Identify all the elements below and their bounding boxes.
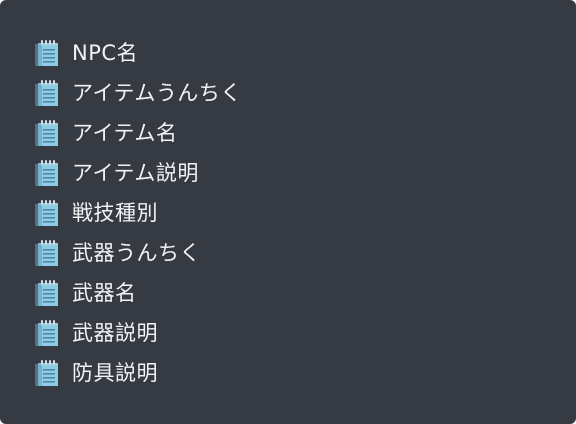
list-item-armor-description[interactable]: 防具説明 (33, 353, 242, 393)
notepad-icon (33, 278, 63, 308)
notepad-icon (33, 318, 63, 348)
list-item-label: NPC名 (72, 41, 139, 65)
notepad-icon (33, 358, 63, 388)
list-item-label: アイテム説明 (72, 161, 199, 185)
list-item-label: 武器名 (72, 281, 137, 305)
list-item-label: アイテム名 (72, 121, 178, 145)
note-list: NPC名 アイテムうんちく アイテム名 アイテム説明 戦技種別 武器うんちく 武… (33, 33, 242, 393)
list-item-item-name[interactable]: アイテム名 (33, 113, 242, 153)
list-item-label: 武器うんちく (72, 241, 201, 265)
notepad-icon (33, 158, 63, 188)
list-item-skill-type[interactable]: 戦技種別 (33, 193, 242, 233)
list-item-label: 防具説明 (72, 361, 158, 385)
notepad-icon (33, 38, 63, 68)
list-item-label: 戦技種別 (72, 201, 158, 225)
notepad-icon (33, 78, 63, 108)
list-item-label: 武器説明 (72, 321, 158, 345)
list-item-npc-name[interactable]: NPC名 (33, 33, 242, 73)
list-item-weapon-name[interactable]: 武器名 (33, 273, 242, 313)
list-item-item-lore[interactable]: アイテムうんちく (33, 73, 242, 113)
notepad-icon (33, 198, 63, 228)
list-item-weapon-description[interactable]: 武器説明 (33, 313, 242, 353)
list-item-label: アイテムうんちく (72, 81, 242, 105)
list-item-item-description[interactable]: アイテム説明 (33, 153, 242, 193)
note-list-panel: NPC名 アイテムうんちく アイテム名 アイテム説明 戦技種別 武器うんちく 武… (0, 0, 576, 424)
notepad-icon (33, 118, 63, 148)
notepad-icon (33, 238, 63, 268)
list-item-weapon-lore[interactable]: 武器うんちく (33, 233, 242, 273)
